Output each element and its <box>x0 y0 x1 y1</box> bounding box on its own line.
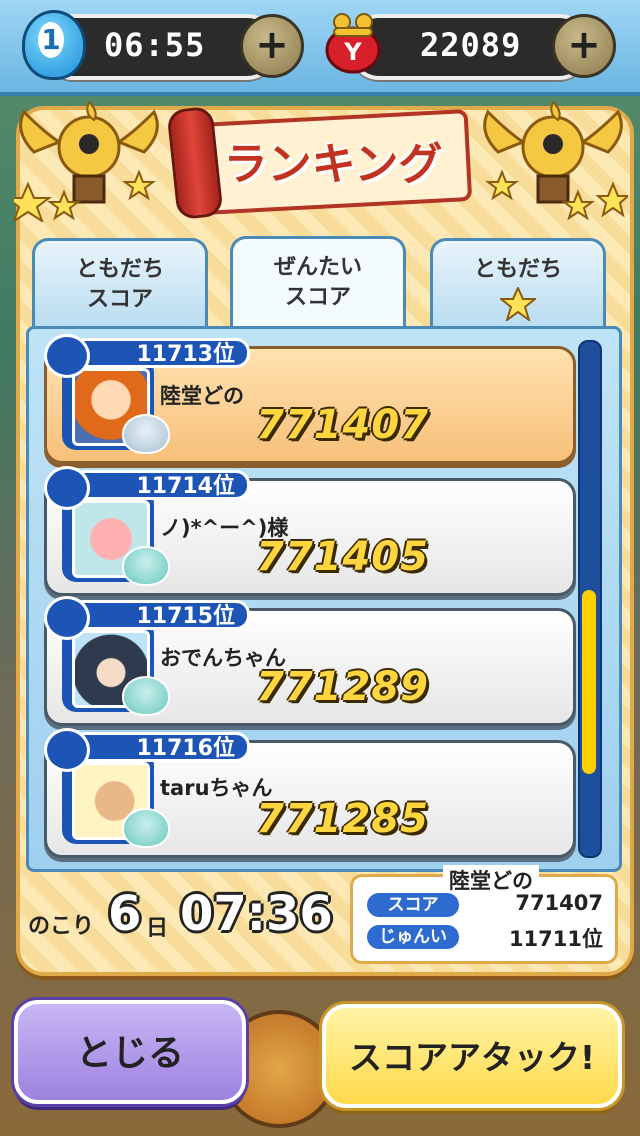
trophy-left-icon <box>4 92 159 224</box>
plus-icon: + <box>255 22 289 68</box>
rank-swirl-icon <box>44 466 90 510</box>
stamina-count: 1 <box>38 22 64 58</box>
rank-badge: 11714位 <box>72 470 250 500</box>
tab-label-line2: スコア <box>284 285 351 310</box>
add-currency-button[interactable]: + <box>552 14 616 78</box>
score-label: スコア <box>367 893 459 917</box>
player-name: 陸堂どの <box>160 384 244 408</box>
plus-icon: + <box>567 22 601 68</box>
coin-purse-icon: Y <box>322 10 384 74</box>
player-score: 771285 <box>256 796 429 842</box>
rank-swirl-icon <box>44 728 90 772</box>
remaining-days: 6 <box>108 886 142 942</box>
tab-friends-score[interactable]: ともだち スコア <box>32 238 208 330</box>
svg-text:Y: Y <box>343 38 362 66</box>
my-score-summary: 陸堂どの スコア 771407 じゅんい 11711位 <box>350 865 618 964</box>
currency-amount: 22089 <box>420 26 522 64</box>
tab-friends-star[interactable]: ともだち <box>430 238 606 330</box>
tab-label-line1: ともだち <box>473 257 562 282</box>
remaining-time: 07:36 <box>180 886 333 942</box>
trophy-right-icon <box>478 92 631 221</box>
pet-avatar-icon <box>122 414 170 454</box>
scrollbar-thumb[interactable] <box>582 590 596 774</box>
status-bar: 1 06:55 + Y 22089 + <box>0 0 640 96</box>
tab-label-line1: ぜんたい <box>273 255 362 280</box>
player-score: 771405 <box>256 534 429 580</box>
tab-label-line1: ともだち <box>75 257 164 282</box>
close-button[interactable]: とじる <box>14 1000 246 1104</box>
my-rank-value: 11711位 <box>508 927 603 951</box>
pet-avatar-icon <box>122 808 170 848</box>
page-title: ランキング <box>223 139 443 190</box>
tab-label-line2: スコア <box>86 287 153 312</box>
add-stamina-button[interactable]: + <box>240 14 304 78</box>
rank-badge: 11716位 <box>72 732 250 762</box>
my-score-value: 771407 <box>515 891 603 915</box>
rank-badge: 11715位 <box>72 600 250 630</box>
score-attack-button[interactable]: スコアアタック! <box>322 1004 622 1108</box>
player-score: 771289 <box>256 664 429 710</box>
rank-label: じゅんい <box>367 925 459 949</box>
rank-swirl-icon <box>44 334 90 378</box>
stamina-timer: 06:55 <box>104 26 206 64</box>
tab-overall-score[interactable]: ぜんたい スコア <box>230 236 406 332</box>
star-icon <box>433 285 603 330</box>
rank-swirl-icon <box>44 596 90 640</box>
pet-avatar-icon <box>122 546 170 586</box>
remaining-label: のこり <box>28 914 95 939</box>
rank-badge: 11713位 <box>72 338 250 368</box>
pet-avatar-icon <box>122 676 170 716</box>
player-score: 771407 <box>256 402 429 448</box>
remaining-day-unit: 日 <box>146 916 169 941</box>
